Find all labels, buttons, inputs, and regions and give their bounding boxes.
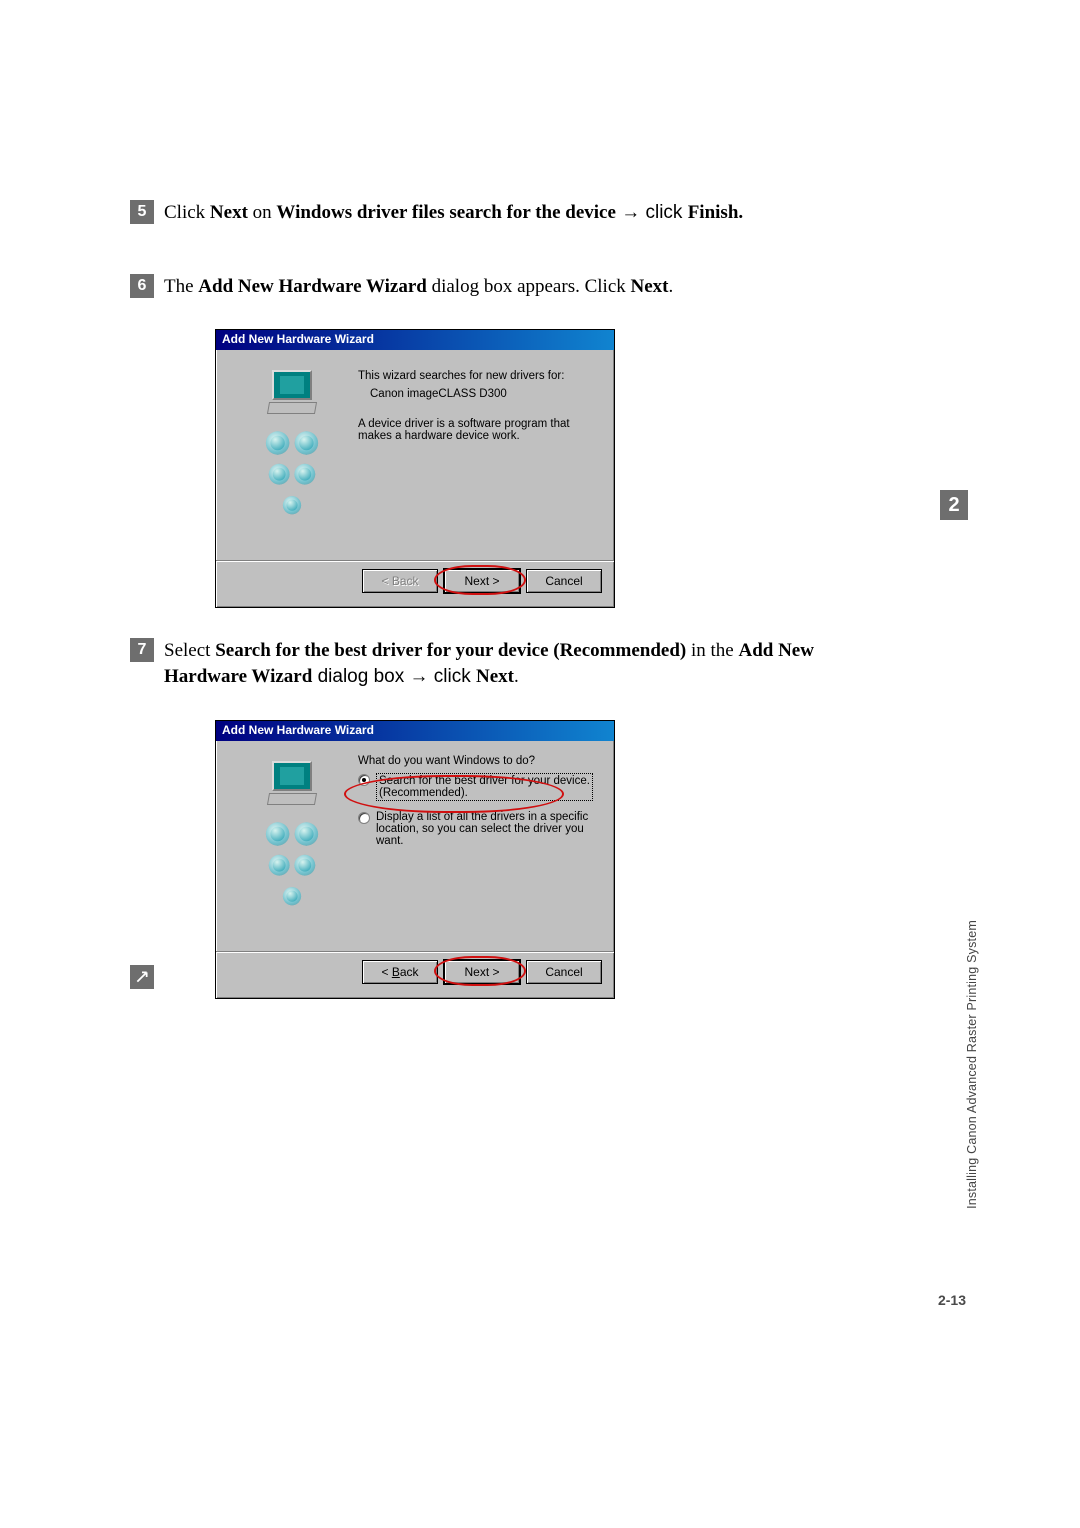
arrow-icon: dialog box → click xyxy=(312,666,476,687)
txt: on xyxy=(248,202,277,223)
arrow-icon: → click xyxy=(616,202,688,223)
disc-icon xyxy=(283,496,301,514)
txt-bold: Next xyxy=(476,666,514,687)
next-button[interactable]: Next > xyxy=(444,569,520,593)
step-number-badge: 6 xyxy=(130,274,154,298)
radio-option-recommended[interactable]: Search for the best driver for your devi… xyxy=(358,773,598,801)
back-button[interactable]: < Back xyxy=(362,960,438,984)
disc-icon xyxy=(266,822,318,845)
step-5: 5 Click Next on Windows driver files sea… xyxy=(130,200,840,226)
step-number-badge-cutoff xyxy=(130,965,154,989)
computer-icon xyxy=(262,370,322,420)
txt-bold: Next xyxy=(631,276,669,297)
txt-bold: Next xyxy=(210,202,248,223)
dialog-content: What do you want Windows to do? Search f… xyxy=(352,755,598,945)
disc-icon xyxy=(266,432,318,455)
radio-icon xyxy=(358,812,370,824)
step-5-text: Click Next on Windows driver files searc… xyxy=(164,200,840,226)
step-number-badge: 5 xyxy=(130,200,154,224)
txt: . xyxy=(514,666,519,687)
cancel-button[interactable]: Cancel xyxy=(526,569,602,593)
step-number-badge: 7 xyxy=(130,638,154,662)
dialog-button-row: < Back Next > Cancel xyxy=(216,951,614,998)
dialog-button-row: < Back Next > Cancel xyxy=(216,560,614,607)
step-6: 6 The Add New Hardware Wizard dialog box… xyxy=(130,274,840,300)
disc-icon xyxy=(269,854,315,875)
txt: . xyxy=(669,276,674,297)
dialog-title-bar: Add New Hardware Wizard xyxy=(216,330,614,350)
disc-icon xyxy=(269,464,315,485)
back-button: < Back xyxy=(362,569,438,593)
arrow-icon xyxy=(135,970,149,984)
txt: in the xyxy=(686,640,738,661)
device-name: Canon imageCLASS D300 xyxy=(358,388,598,400)
txt: Click xyxy=(164,202,210,223)
dialog-prompt: What do you want Windows to do? xyxy=(358,755,598,767)
txt-bold: Add New Hardware Wizard xyxy=(198,276,427,297)
dialog-content: This wizard searches for new drivers for… xyxy=(352,364,598,554)
next-button[interactable]: Next > xyxy=(444,960,520,984)
add-new-hardware-dialog-2: Add New Hardware Wizard What do you want… xyxy=(215,720,615,999)
dialog-line: This wizard searches for new drivers for… xyxy=(358,370,598,382)
txt: ack xyxy=(400,965,419,979)
txt: dialog box appears. Click xyxy=(427,276,631,297)
cancel-button[interactable]: Cancel xyxy=(526,960,602,984)
wizard-graphic xyxy=(232,755,352,945)
radio-label: Search for the best driver for your devi… xyxy=(376,773,593,801)
side-running-title: Installing Canon Advanced Raster Printin… xyxy=(965,920,979,1209)
radio-option-display-list[interactable]: Display a list of all the drivers in a s… xyxy=(358,811,598,847)
step-7: 7 Select Search for the best driver for … xyxy=(130,638,840,689)
wizard-graphic xyxy=(232,364,352,554)
txt: B xyxy=(392,965,400,979)
txt: Search for the best driver for your devi… xyxy=(379,775,590,787)
txt-bold: Windows driver files search for the devi… xyxy=(276,202,616,223)
txt-bold: Search for the best driver for your devi… xyxy=(215,640,686,661)
step-7-text: Select Search for the best driver for yo… xyxy=(164,638,840,689)
disc-icon xyxy=(283,887,301,905)
add-new-hardware-dialog: Add New Hardware Wizard This wizard sear… xyxy=(215,329,615,608)
dialog-line: A device driver is a software program th… xyxy=(358,418,598,442)
dialog-2-screenshot: Add New Hardware Wizard What do you want… xyxy=(215,720,840,999)
step-6-text: The Add New Hardware Wizard dialog box a… xyxy=(164,274,840,300)
dialog-1-screenshot: Add New Hardware Wizard This wizard sear… xyxy=(215,329,840,608)
txt: (Recommended). xyxy=(379,787,590,799)
dialog-title-bar: Add New Hardware Wizard xyxy=(216,721,614,741)
txt: The xyxy=(164,276,198,297)
page-number: 2-13 xyxy=(938,1292,966,1308)
radio-label: Display a list of all the drivers in a s… xyxy=(376,811,598,847)
txt: < xyxy=(381,965,391,979)
txt: Select xyxy=(164,640,215,661)
radio-icon xyxy=(358,774,370,786)
chapter-badge: 2 xyxy=(940,490,968,520)
txt-bold: Finish. xyxy=(688,202,743,223)
computer-icon xyxy=(262,761,322,811)
